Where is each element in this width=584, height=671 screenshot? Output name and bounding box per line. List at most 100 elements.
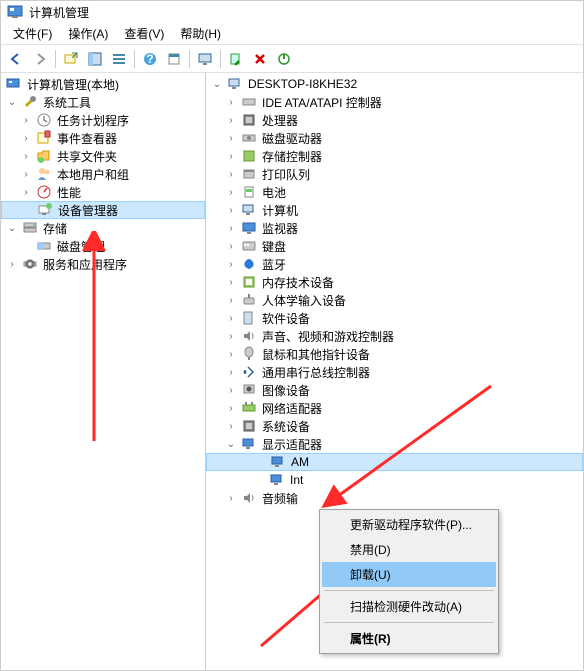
expander-icon[interactable]: › [224, 185, 238, 199]
device-intel-adapter[interactable]: › Int [206, 471, 583, 489]
menu-separator [324, 622, 494, 623]
expander-icon[interactable]: › [224, 95, 238, 109]
expander-icon[interactable]: › [224, 275, 238, 289]
expander-icon[interactable]: › [224, 401, 238, 415]
device-category[interactable]: ›监视器 [206, 219, 583, 237]
toolbar-separator [55, 50, 56, 68]
tree-label: 网络适配器 [260, 400, 324, 417]
expander-icon[interactable]: › [5, 257, 19, 271]
expander-icon[interactable]: › [224, 383, 238, 397]
delete-button[interactable] [249, 48, 271, 70]
expander-icon[interactable]: › [224, 491, 238, 505]
tree-label: 计算机管理(本地) [25, 76, 121, 93]
menu-file[interactable]: 文件(F) [5, 23, 60, 44]
console-tree-button[interactable] [84, 48, 106, 70]
tree-label: AM [289, 455, 311, 469]
device-category[interactable]: ›蓝牙 [206, 255, 583, 273]
tree-task-scheduler[interactable]: › 任务计划程序 [1, 111, 205, 129]
expander-icon[interactable]: ⌄ [5, 95, 19, 109]
device-tree-root[interactable]: ⌄ DESKTOP-I8KHE32 [206, 75, 583, 93]
forward-button[interactable] [29, 48, 51, 70]
device-category[interactable]: ›处理器 [206, 111, 583, 129]
expander-icon[interactable]: › [224, 203, 238, 217]
device-category[interactable]: ›内存技术设备 [206, 273, 583, 291]
device-category[interactable]: ›存储控制器 [206, 147, 583, 165]
tree-performance[interactable]: › 性能 [1, 183, 205, 201]
expander-icon[interactable]: ⌄ [224, 437, 238, 451]
device-category[interactable]: ›通用串行总线控制器 [206, 363, 583, 381]
details-view-button[interactable] [108, 48, 130, 70]
device-category[interactable]: ›IDE ATA/ATAPI 控制器 [206, 93, 583, 111]
expander-icon[interactable]: › [19, 113, 33, 127]
enable-button[interactable] [273, 48, 295, 70]
device-category[interactable]: ›电池 [206, 183, 583, 201]
device-category-icon [241, 364, 257, 380]
device-category[interactable]: ›键盘 [206, 237, 583, 255]
device-category[interactable]: ›打印队列 [206, 165, 583, 183]
menu-uninstall[interactable]: 卸载(U) [322, 562, 496, 587]
expander-icon[interactable]: › [224, 365, 238, 379]
tree-root-computer-mgmt[interactable]: 计算机管理(本地) [1, 75, 205, 93]
device-category[interactable]: › 软件设备 [206, 309, 583, 327]
device-category[interactable]: ⌄显示适配器 [206, 435, 583, 453]
properties-button[interactable] [163, 48, 185, 70]
expander-icon[interactable]: ⌄ [5, 221, 19, 235]
shared-folder-icon [36, 148, 52, 164]
tree-label: 软件设备 [260, 310, 312, 327]
scan-button[interactable] [225, 48, 247, 70]
tree-local-users[interactable]: › 本地用户和组 [1, 165, 205, 183]
device-category[interactable]: ›鼠标和其他指针设备 [206, 345, 583, 363]
device-category-icon [241, 112, 257, 128]
device-amd-adapter[interactable]: › AM [206, 453, 583, 471]
expander-icon[interactable]: › [224, 257, 238, 271]
tree-shared-folders[interactable]: › 共享文件夹 [1, 147, 205, 165]
device-category[interactable]: ›图像设备 [206, 381, 583, 399]
tree-label: 音频输 [260, 490, 300, 507]
expander-icon[interactable]: › [224, 329, 238, 343]
device-category[interactable]: ›声音、视频和游戏控制器 [206, 327, 583, 345]
expander-icon[interactable]: › [224, 149, 238, 163]
expander-icon[interactable]: › [224, 293, 238, 307]
back-button[interactable] [5, 48, 27, 70]
menu-help[interactable]: 帮助(H) [172, 23, 229, 44]
tree-services-apps[interactable]: › 服务和应用程序 [1, 255, 205, 273]
tree-event-viewer[interactable]: › 事件查看器 [1, 129, 205, 147]
device-category[interactable]: › 网络适配器 [206, 399, 583, 417]
expander-icon[interactable]: ⌄ [210, 77, 224, 91]
expander-icon[interactable]: › [19, 167, 33, 181]
expander-icon[interactable]: › [224, 239, 238, 253]
device-category[interactable]: ›人体学输入设备 [206, 291, 583, 309]
menu-scan-hardware[interactable]: 扫描检测硬件改动(A) [322, 594, 496, 619]
expander-icon[interactable]: › [19, 131, 33, 145]
app-icon [7, 4, 23, 20]
device-category-icon [241, 346, 257, 362]
menu-properties[interactable]: 属性(R) [322, 626, 496, 651]
tree-system-tools[interactable]: ⌄ 系统工具 [1, 93, 205, 111]
new-window-button[interactable] [60, 48, 82, 70]
menu-disable[interactable]: 禁用(D) [322, 537, 496, 562]
tree-disk-mgmt[interactable]: › 磁盘管理 [1, 237, 205, 255]
menu-view[interactable]: 查看(V) [116, 23, 172, 44]
expander-icon[interactable]: › [224, 167, 238, 181]
expander-icon[interactable]: › [224, 131, 238, 145]
device-category-icon [241, 418, 257, 434]
monitor-button[interactable] [194, 48, 216, 70]
expander-icon[interactable]: › [224, 221, 238, 235]
expander-icon[interactable]: › [224, 311, 238, 325]
device-category[interactable]: ›系统设备 [206, 417, 583, 435]
tree-storage[interactable]: ⌄ 存储 [1, 219, 205, 237]
tree-device-manager[interactable]: › 设备管理器 [1, 201, 205, 219]
expander-icon[interactable]: › [224, 113, 238, 127]
device-category[interactable]: ›磁盘驱动器 [206, 129, 583, 147]
device-category-audio[interactable]: › 音频输 [206, 489, 583, 507]
menu-action[interactable]: 操作(A) [60, 23, 116, 44]
expander-icon[interactable]: › [224, 347, 238, 361]
help-button[interactable]: ? [139, 48, 161, 70]
device-category[interactable]: ›计算机 [206, 201, 583, 219]
expander-icon[interactable]: › [19, 185, 33, 199]
expander-icon[interactable]: › [19, 149, 33, 163]
left-tree-pane[interactable]: 计算机管理(本地) ⌄ 系统工具 › 任务计划程序 › 事件查看器 › 共享文件… [1, 73, 206, 670]
expander-icon[interactable]: › [224, 419, 238, 433]
menu-update-driver[interactable]: 更新驱动程序软件(P)... [322, 512, 496, 537]
right-tree-pane[interactable]: ⌄ DESKTOP-I8KHE32 ›IDE ATA/ATAPI 控制器›处理器… [206, 73, 583, 670]
